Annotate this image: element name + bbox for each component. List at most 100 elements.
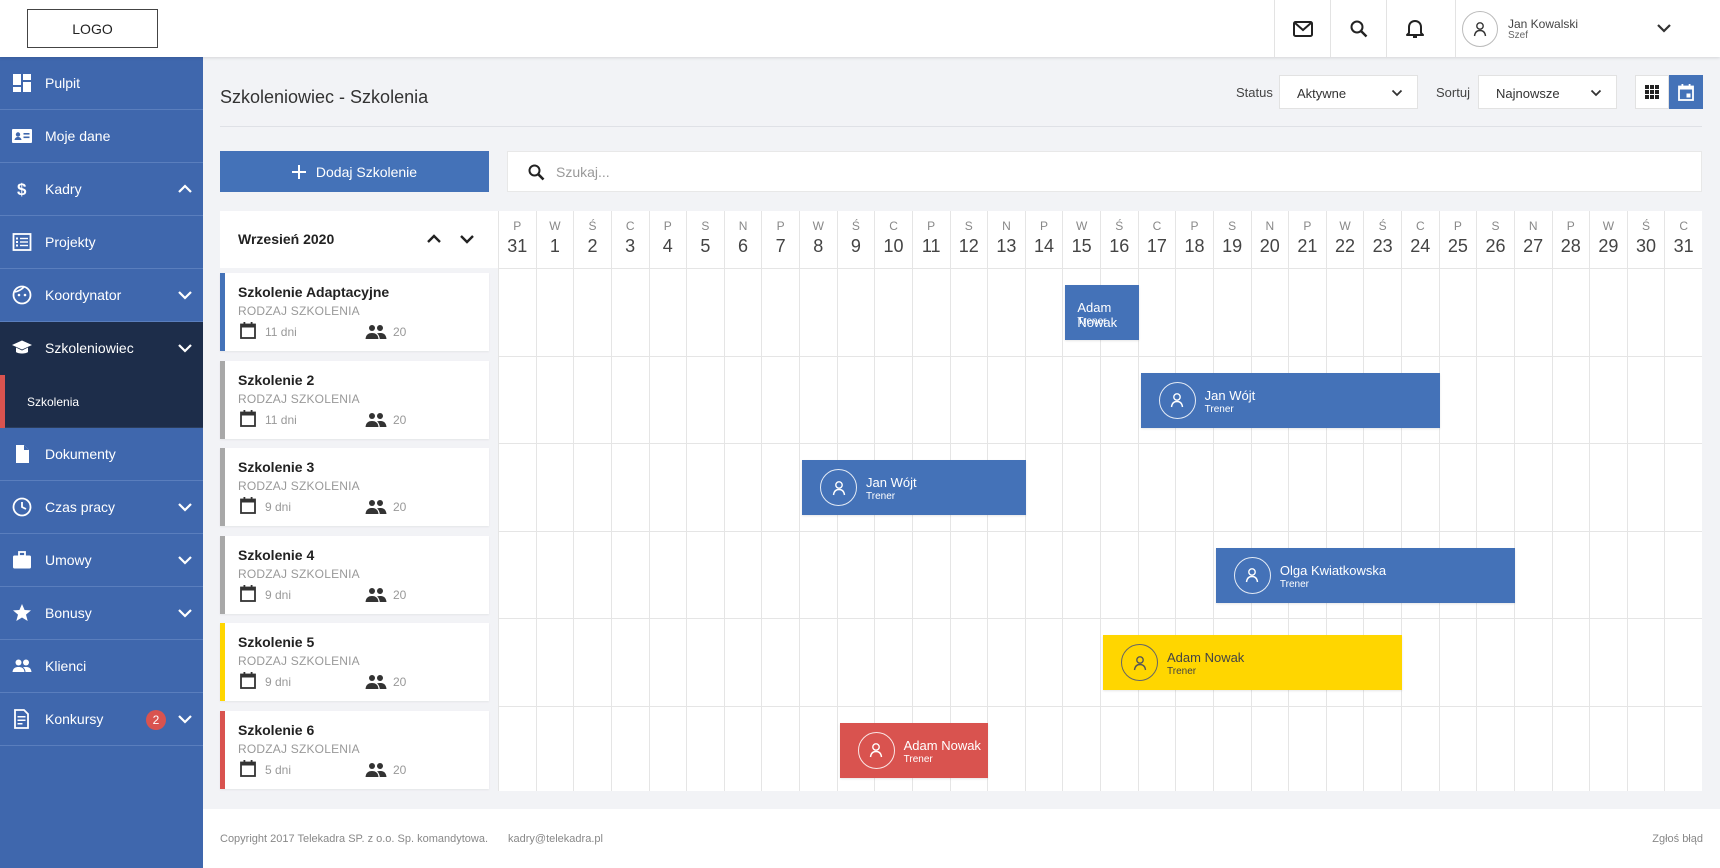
chevron-down-icon[interactable] xyxy=(177,605,193,621)
grid-line xyxy=(1363,268,1365,791)
chevron-up-icon[interactable] xyxy=(177,181,193,197)
sidebar-item-dokumenty[interactable]: Dokumenty xyxy=(0,428,203,481)
grid-line xyxy=(1024,268,1026,791)
training-card[interactable]: Szkolenie 6 RODZAJ SZKOLENIA 5 dni 20 xyxy=(220,710,489,789)
chevron-down-icon[interactable] xyxy=(177,287,193,303)
status-select[interactable]: Aktywne xyxy=(1279,75,1418,109)
day-column-header: W 22 xyxy=(1325,211,1364,268)
sidebar-item-moje-dane[interactable]: Moje dane xyxy=(0,110,203,163)
sidebar-item-bonusy[interactable]: Bonusy xyxy=(0,587,203,640)
weekday-label: Ś xyxy=(851,219,860,233)
weekday-label: S xyxy=(964,219,973,233)
day-number: 14 xyxy=(1034,236,1055,256)
sidebar-subitem-szkolenia[interactable]: Szkolenia xyxy=(0,375,203,428)
weekday-label: S xyxy=(1491,219,1500,233)
next-month-button[interactable] xyxy=(458,230,476,248)
sidebar-item-konkursy[interactable]: Konkursy 2 xyxy=(0,693,203,746)
day-number: 6 xyxy=(738,236,749,256)
grid-line xyxy=(1626,268,1628,791)
calendar-view-button[interactable] xyxy=(1669,75,1703,109)
day-number: 5 xyxy=(700,236,711,256)
training-duration: 9 dni xyxy=(265,675,292,689)
sort-value: Najnowsze xyxy=(1496,86,1560,101)
chevron-down-icon[interactable] xyxy=(177,340,193,356)
grid-line xyxy=(1175,268,1177,791)
day-column-header: Ś9 xyxy=(836,211,875,268)
day-number: 2 xyxy=(587,236,598,256)
chevron-down-icon[interactable] xyxy=(177,499,193,515)
training-event-bar[interactable]: Adam Nowak Trener xyxy=(1103,635,1402,690)
mail-button[interactable] xyxy=(1274,0,1330,57)
chevron-down-icon[interactable] xyxy=(177,552,193,568)
day-number: 10 xyxy=(883,236,904,256)
user-icon xyxy=(869,743,883,758)
day-number: 31 xyxy=(507,236,528,256)
day-column-header: C3 xyxy=(610,211,649,268)
previous-month-button[interactable] xyxy=(425,230,443,248)
training-event-bar[interactable]: Olga Kwiatkowska Trener xyxy=(1215,547,1515,603)
report-bug-link[interactable]: Zgłoś błąd xyxy=(1652,833,1703,845)
day-column-header: S 19 xyxy=(1212,211,1251,268)
sidebar-item-umowy[interactable]: Umowy xyxy=(0,534,203,587)
day-number: 20 xyxy=(1259,236,1280,256)
contact-email-link[interactable]: kadry@telekadra.pl xyxy=(508,833,603,845)
sidebar-item-pulpit[interactable]: Pulpit xyxy=(0,57,203,110)
weekday-label: P xyxy=(663,219,672,233)
training-list: Szkolenie Adaptacyjne RODZAJ SZKOLENIA 11 … xyxy=(220,268,498,791)
training-card[interactable]: Szkolenie 4 RODZAJ SZKOLENIA 9 dni 20 xyxy=(220,535,489,614)
training-card[interactable]: Szkolenie 2 RODZAJ SZKOLENIA 11 dni 20 xyxy=(220,360,489,439)
search-button[interactable] xyxy=(1330,0,1386,57)
sidebar-item-koordynator[interactable]: Koordynator xyxy=(0,269,203,322)
sidebar-item-label: Moje dane xyxy=(45,128,111,144)
footer: Copyright 2017 Telekadra SP. z o.o. Sp. … xyxy=(203,809,1720,868)
sidebar-item-label: Klienci xyxy=(45,658,87,674)
day-number: 19 xyxy=(1222,236,1243,256)
day-column-header: C 17 xyxy=(1137,211,1176,268)
participant-count: 20 xyxy=(393,412,407,427)
user-menu[interactable]: Jan Kowalski Szef xyxy=(1455,0,1720,57)
grid-view-button[interactable] xyxy=(1635,75,1669,109)
grid-line xyxy=(1100,268,1101,791)
chevron-down-icon[interactable] xyxy=(177,711,193,727)
training-event-bar[interactable]: Jan Wójt Trener xyxy=(1140,372,1440,428)
sidebar-item-czas-pracy[interactable]: Czas pracy xyxy=(0,481,203,534)
training-event-bar[interactable]: Adam Nowak Trener xyxy=(839,722,989,778)
day-column-header: P 11 xyxy=(911,211,950,268)
training-duration: 9 dni xyxy=(265,587,292,602)
day-number: 23 xyxy=(1372,236,1393,256)
weekday-label: W xyxy=(1076,219,1088,233)
training-card[interactable]: Szkolenie Adaptacyjne RODZAJ SZKOLENIA 11 … xyxy=(220,273,489,351)
mail-icon xyxy=(1292,20,1313,37)
weekday-label: W xyxy=(812,219,824,233)
training-card[interactable]: Szkolenie 3 RODZAJ SZKOLENIA 9 dni 20 xyxy=(220,448,489,526)
sidebar-item-kadry[interactable]: $ Kadry xyxy=(0,163,203,216)
weekday-label: C xyxy=(1152,219,1162,233)
logo[interactable]: LOGO xyxy=(27,9,158,48)
grid-line xyxy=(498,530,1702,532)
day-column-header: P7 xyxy=(761,211,799,268)
participant-count: 20 xyxy=(393,762,407,777)
participant-count: 20 xyxy=(393,325,407,339)
day-number: 4 xyxy=(662,236,673,256)
search-input[interactable] xyxy=(556,152,1656,191)
weekday-label: W xyxy=(1602,219,1615,233)
sidebar-item-klienci[interactable]: Klienci xyxy=(0,640,203,693)
weekday-label: P xyxy=(776,219,785,233)
day-number: 24 xyxy=(1410,236,1431,256)
chevron-down-icon[interactable] xyxy=(1656,22,1672,34)
weekday-label: P xyxy=(927,219,936,233)
weekday-label: C xyxy=(625,219,635,233)
notifications-button[interactable] xyxy=(1386,0,1442,57)
participant-count: 20 xyxy=(393,500,407,514)
add-training-button[interactable]: Dodaj Szkolenie xyxy=(220,151,489,192)
training-event-bar[interactable]: Adam Nowak Trener xyxy=(1065,285,1139,340)
sidebar-item-projekty[interactable]: Projekty xyxy=(0,216,203,269)
month-label: Wrzesień 2020 xyxy=(238,231,335,247)
sort-select[interactable]: Najnowsze xyxy=(1478,75,1617,109)
sidebar-item-szkoleniowiec[interactable]: Szkoleniowiec xyxy=(0,322,203,375)
training-event-bar[interactable]: Jan Wójt Trener xyxy=(802,460,1026,515)
training-title: Szkolenie 5 xyxy=(238,634,315,650)
grid-line xyxy=(761,268,763,791)
training-card[interactable]: Szkolenie 5 RODZAJ SZKOLENIA 9 dni 20 xyxy=(220,623,489,701)
weekday-label: P xyxy=(1303,219,1312,233)
